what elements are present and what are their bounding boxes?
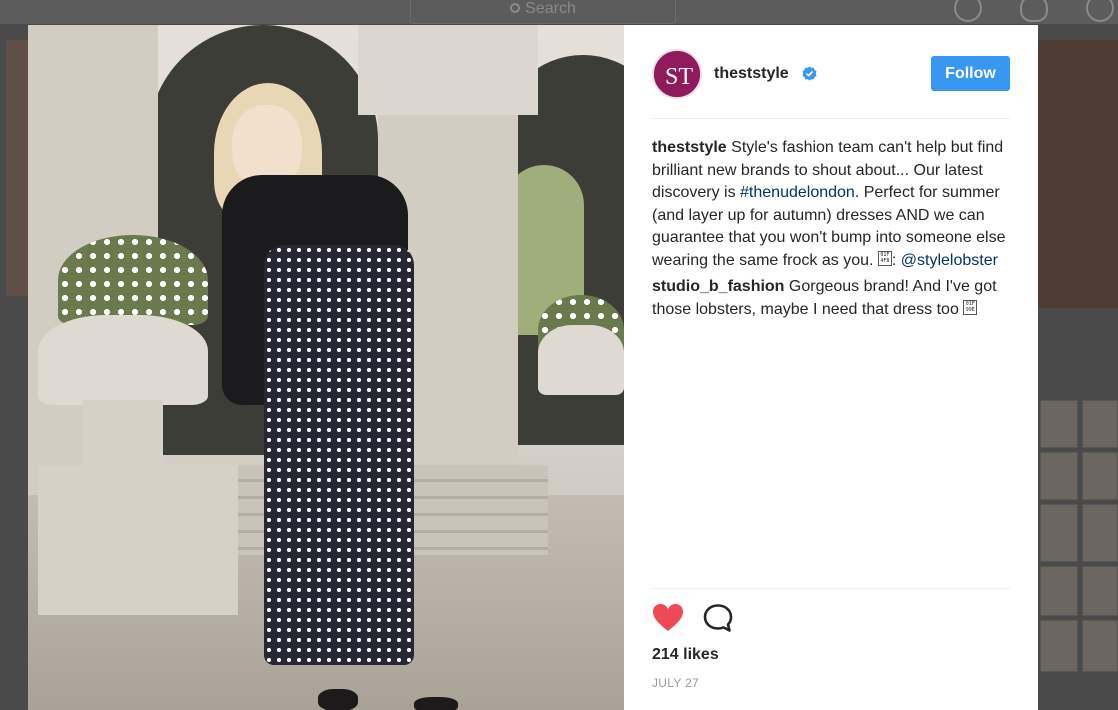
comment-item: studio_b_fashion Gorgeous brand! And I'v… [652,276,1012,321]
background-thumbnail [1040,566,1078,616]
lobster-emoji-icon: 01F 99E [963,299,978,315]
background-thumbnail [1082,620,1118,672]
comments-list: theststyle Style's fashion team can't he… [652,137,1012,325]
post-date[interactable]: JULY 27 [652,676,699,690]
background-thumbnail [1082,452,1118,500]
background-thumbnail [1082,504,1118,562]
caption: theststyle Style's fashion team can't he… [652,137,1012,272]
background-thumbnail [1040,452,1078,500]
comment-icon[interactable] [702,603,734,633]
background-thumbnail [1082,400,1118,448]
caption-text-3: : [891,251,901,269]
post-sidebar: ST theststyle Follow theststyle Style's … [624,25,1038,710]
background-post-tile [1038,40,1118,308]
background-thumbnail [1082,566,1118,616]
background-post-tile [6,40,28,296]
background-thumbnail [1040,620,1078,672]
search-placeholder: Search [525,0,576,17]
comment-author[interactable]: studio_b_fashion [652,278,784,295]
camera-emoji-icon: 01F 4F8 [877,250,892,266]
background-thumbnail [1040,504,1078,562]
likes-count[interactable]: 214 likes [652,646,719,664]
verified-badge-icon [802,66,817,81]
avatar-initials: ST [665,64,693,90]
follow-button[interactable]: Follow [931,56,1010,91]
account-username[interactable]: theststyle [714,65,789,83]
post-header: ST theststyle Follow [652,47,1010,119]
hashtag-link[interactable]: #thenudelondon [740,184,855,201]
avatar[interactable]: ST [652,49,702,99]
mention-link[interactable]: @stylelobster [901,252,998,269]
search-icon [510,3,521,13]
post-modal: ST theststyle Follow theststyle Style's … [28,25,1038,710]
post-footer: 214 likes JULY 27 [652,588,1010,690]
caption-author[interactable]: theststyle [652,139,727,156]
background-search-box: Search [410,0,676,24]
heart-icon[interactable] [652,603,684,633]
activity-heart-icon [1020,0,1048,22]
background-thumbnail [1040,400,1078,448]
post-photo[interactable] [28,25,624,710]
